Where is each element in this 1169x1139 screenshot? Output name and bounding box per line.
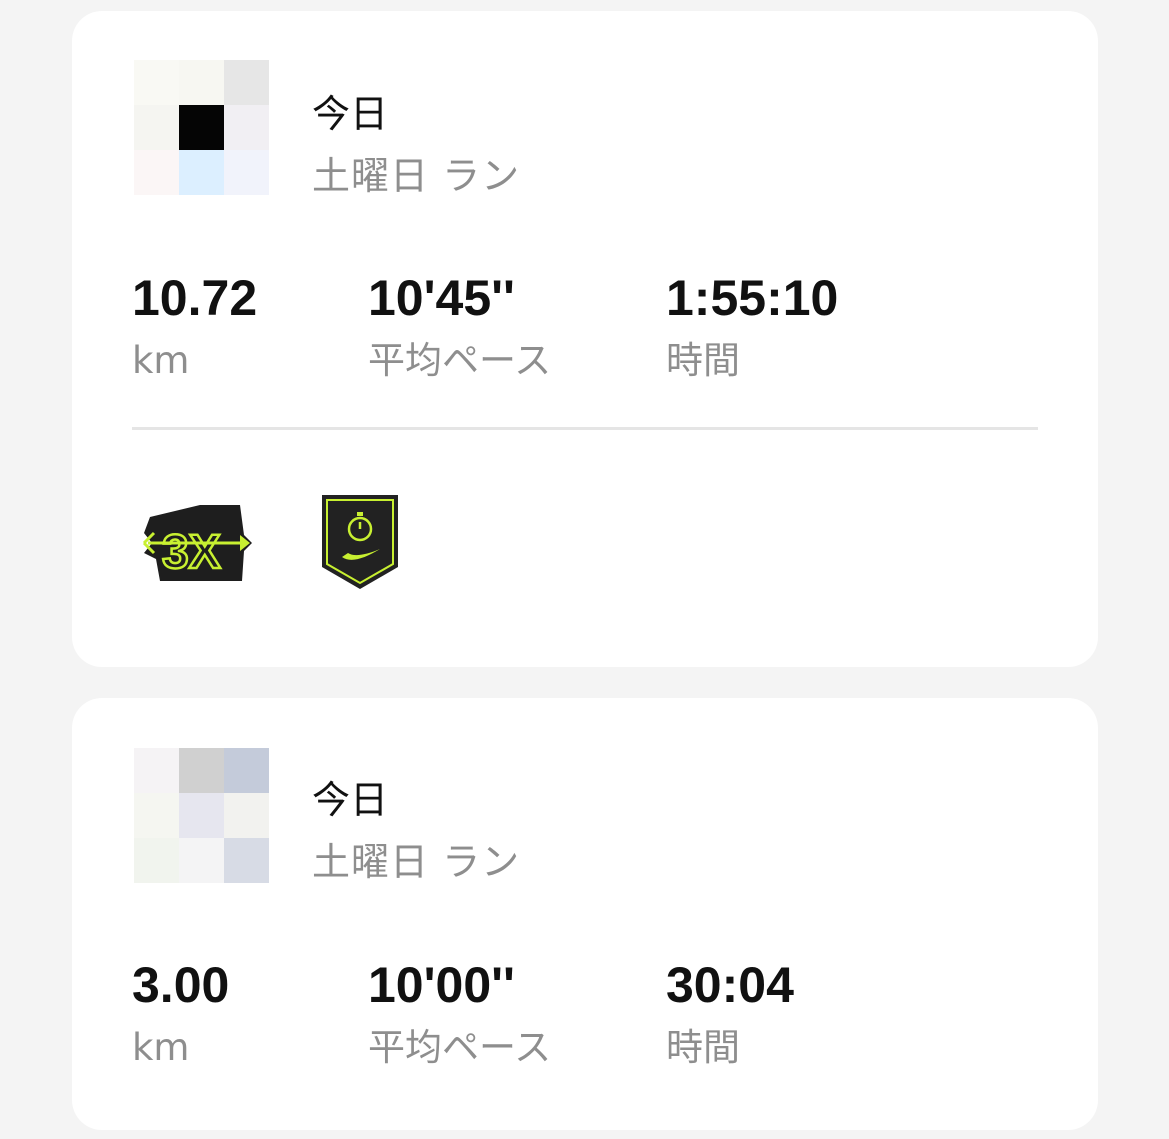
activity-title: 土曜日 ラン: [312, 154, 521, 198]
route-map-thumbnail: [134, 60, 270, 215]
3x-streak-badge-icon[interactable]: 3X: [140, 495, 256, 597]
duration-value: 30:04: [666, 957, 794, 1013]
svg-text:3X: 3X: [162, 526, 221, 579]
divider: [132, 427, 1038, 430]
pace-label: 平均ペース: [368, 339, 552, 382]
activity-title: 土曜日 ラン: [312, 840, 521, 884]
activity-card[interactable]: 今日 土曜日 ラン 3.00 km 10'00'' 平均ペース 30:04 時間: [72, 698, 1098, 1130]
stopwatch-shield-badge-icon[interactable]: [320, 493, 400, 595]
distance-value: 10.72: [132, 270, 258, 326]
activity-date: 今日: [312, 92, 389, 136]
activity-card[interactable]: 今日 土曜日 ラン 10.72 km 10'45'' 平均ペース 1:55:10…: [72, 11, 1098, 667]
pace-value: 10'00'': [368, 957, 515, 1013]
pace-value: 10'45'': [368, 270, 515, 326]
route-map-thumbnail: [134, 748, 270, 915]
pace-label: 平均ペース: [368, 1026, 552, 1069]
duration-label: 時間: [666, 1026, 740, 1069]
activity-date: 今日: [312, 778, 389, 822]
duration-label: 時間: [666, 339, 740, 382]
distance-unit: km: [132, 339, 190, 382]
distance-value: 3.00: [132, 957, 230, 1013]
distance-unit: km: [132, 1026, 190, 1069]
duration-value: 1:55:10: [666, 270, 839, 326]
